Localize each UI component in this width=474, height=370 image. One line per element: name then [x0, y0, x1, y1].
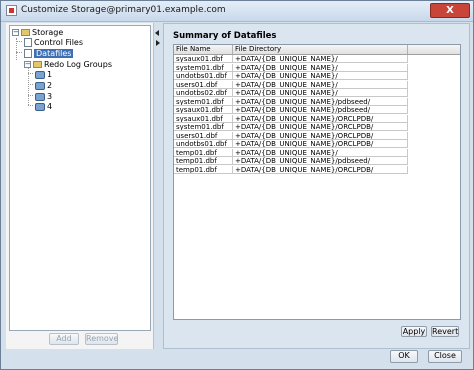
dialog-button-bar: OK Close [1, 349, 473, 369]
cell-file-name: system01.dbf [174, 123, 233, 131]
cell-file-directory: +DATA/{DB_UNIQUE_NAME}/ [233, 63, 408, 72]
storage-tree[interactable]: − Storage Control Files Datafiles − Redo L… [9, 25, 151, 331]
column-header-file-name[interactable]: File Name [174, 45, 233, 54]
table-row[interactable]: system01.dbf +DATA/{DB_UNIQUE_NAME}/ORCLP… [174, 123, 408, 131]
cell-file-name: system01.dbf [174, 63, 233, 72]
cell-file-directory: +DATA/{DB_UNIQUE_NAME}/pdbseed/ [233, 157, 408, 165]
cell-file-name: sysaux01.dbf [174, 114, 233, 123]
table-row[interactable]: undotbs01.dbf +DATA/{DB_UNIQUE_NAME}/ORCL… [174, 140, 408, 148]
table-row[interactable]: system01.dbf +DATA/{DB_UNIQUE_NAME}/pdbse… [174, 97, 408, 106]
table-row[interactable]: sysaux01.dbf +DATA/{DB_UNIQUE_NAME}/ [174, 55, 408, 63]
window-title: Customize Storage@primary01.example.com [21, 5, 226, 15]
datafiles-table[interactable]: File Name File Directory sysaux01.dbf +DA… [173, 44, 461, 320]
section-title: Summary of Datafiles [173, 31, 277, 41]
window-close-button[interactable]: X [430, 3, 470, 18]
cell-file-name: undotbs01.dbf [174, 72, 233, 80]
tree-node-label: Control Files [34, 38, 84, 47]
cell-file-directory: +DATA/{DB_UNIQUE_NAME}/ [233, 148, 408, 157]
table-row[interactable]: temp01.dbf +DATA/{DB_UNIQUE_NAME}/pdbseed… [174, 157, 408, 165]
expand-right-arrow-icon[interactable] [156, 40, 160, 46]
tree-node-label: Redo Log Groups [44, 60, 112, 69]
cell-file-directory: +DATA/{DB_UNIQUE_NAME}/ORCLPDB/ [233, 123, 408, 131]
title-bar[interactable]: Customize Storage@primary01.example.com … [1, 1, 473, 22]
table-row[interactable]: undotbs02.dbf +DATA/{DB_UNIQUE_NAME}/ [174, 89, 408, 97]
collapse-icon[interactable]: − [12, 29, 19, 36]
redo-group-icon [35, 81, 45, 90]
tree-node-label: Storage [32, 28, 64, 37]
tree-node-redo-group-2[interactable]: 2 [35, 80, 52, 91]
table-row[interactable]: sysaux01.dbf +DATA/{DB_UNIQUE_NAME}/ORCLP… [174, 114, 408, 123]
cell-file-name: sysaux01.dbf [174, 55, 233, 63]
cell-file-name: sysaux01.dbf [174, 106, 233, 114]
cell-file-name: temp01.dbf [174, 157, 233, 165]
customize-storage-dialog: Customize Storage@primary01.example.com … [0, 0, 474, 370]
redo-group-icon [35, 92, 45, 101]
table-row[interactable]: users01.dbf +DATA/{DB_UNIQUE_NAME}/ORCLPD… [174, 131, 408, 140]
panel-splitter[interactable] [154, 23, 161, 349]
cell-file-directory: +DATA/{DB_UNIQUE_NAME}/ORCLPDB/ [233, 140, 408, 148]
cell-file-name: users01.dbf [174, 131, 233, 140]
remove-button[interactable]: Remove [85, 333, 118, 345]
revert-button[interactable]: Revert [431, 326, 459, 337]
tree-node-redo-group-4[interactable]: 4 [35, 101, 52, 112]
folder-icon [33, 61, 42, 68]
cell-file-directory: +DATA/{DB_UNIQUE_NAME}/ [233, 80, 408, 89]
redo-group-icon [35, 70, 45, 79]
close-button[interactable]: Close [428, 350, 462, 363]
tree-node-label: Datafiles [34, 49, 74, 58]
cell-file-directory: +DATA/{DB_UNIQUE_NAME}/ [233, 55, 408, 63]
tree-node-redo-group-1[interactable]: 1 [35, 69, 52, 80]
cell-file-name: undotbs01.dbf [174, 140, 233, 148]
cell-file-directory: +DATA/{DB_UNIQUE_NAME}/ORCLPDB/ [233, 114, 408, 123]
tree-node-label: 3 [47, 92, 53, 101]
cell-file-name: users01.dbf [174, 80, 233, 89]
file-icon [24, 49, 32, 58]
add-button[interactable]: Add [49, 333, 79, 345]
file-icon [24, 38, 32, 47]
table-row[interactable]: temp01.dbf +DATA/{DB_UNIQUE_NAME}/ [174, 148, 408, 157]
storage-tree-panel: − Storage Control Files Datafiles − Redo L… [6, 23, 154, 349]
tree-node-label: 2 [47, 81, 53, 90]
cell-file-directory: +DATA/{DB_UNIQUE_NAME}/ORCLPDB/ [233, 165, 408, 174]
table-row[interactable]: users01.dbf +DATA/{DB_UNIQUE_NAME}/ [174, 80, 408, 89]
cell-file-directory: +DATA/{DB_UNIQUE_NAME}/ORCLPDB/ [233, 131, 408, 140]
tree-node-control-files[interactable]: Control Files [24, 37, 83, 48]
app-icon [6, 5, 17, 16]
cell-file-directory: +DATA/{DB_UNIQUE_NAME}/ [233, 72, 408, 80]
table-row[interactable]: undotbs01.dbf +DATA/{DB_UNIQUE_NAME}/ [174, 72, 408, 80]
collapse-icon[interactable]: − [24, 61, 31, 68]
apply-button[interactable]: Apply [401, 326, 427, 337]
table-row[interactable]: system01.dbf +DATA/{DB_UNIQUE_NAME}/ [174, 63, 408, 72]
table-row[interactable]: temp01.dbf +DATA/{DB_UNIQUE_NAME}/ORCLPDB… [174, 165, 408, 174]
cell-file-directory: +DATA/{DB_UNIQUE_NAME}/pdbseed/ [233, 106, 408, 114]
cell-file-name: system01.dbf [174, 97, 233, 106]
table-row[interactable]: sysaux01.dbf +DATA/{DB_UNIQUE_NAME}/pdbse… [174, 106, 408, 114]
tree-node-label: 1 [47, 70, 53, 79]
ok-button[interactable]: OK [390, 350, 418, 363]
table-header: File Name File Directory [174, 45, 460, 55]
cell-file-name: undotbs02.dbf [174, 89, 233, 97]
tree-node-label: 4 [47, 102, 53, 111]
cell-file-name: temp01.dbf [174, 148, 233, 157]
datafiles-summary-panel: Summary of Datafiles File Name File Dire… [163, 23, 470, 349]
folder-icon [21, 29, 30, 36]
tree-node-datafiles[interactable]: Datafiles [24, 48, 74, 59]
cell-file-name: temp01.dbf [174, 165, 233, 174]
cell-file-directory: +DATA/{DB_UNIQUE_NAME}/ [233, 89, 408, 97]
redo-group-icon [35, 102, 45, 111]
column-header-file-directory[interactable]: File Directory [233, 45, 408, 54]
collapse-left-arrow-icon[interactable] [155, 30, 159, 36]
cell-file-directory: +DATA/{DB_UNIQUE_NAME}/pdbseed/ [233, 97, 408, 106]
